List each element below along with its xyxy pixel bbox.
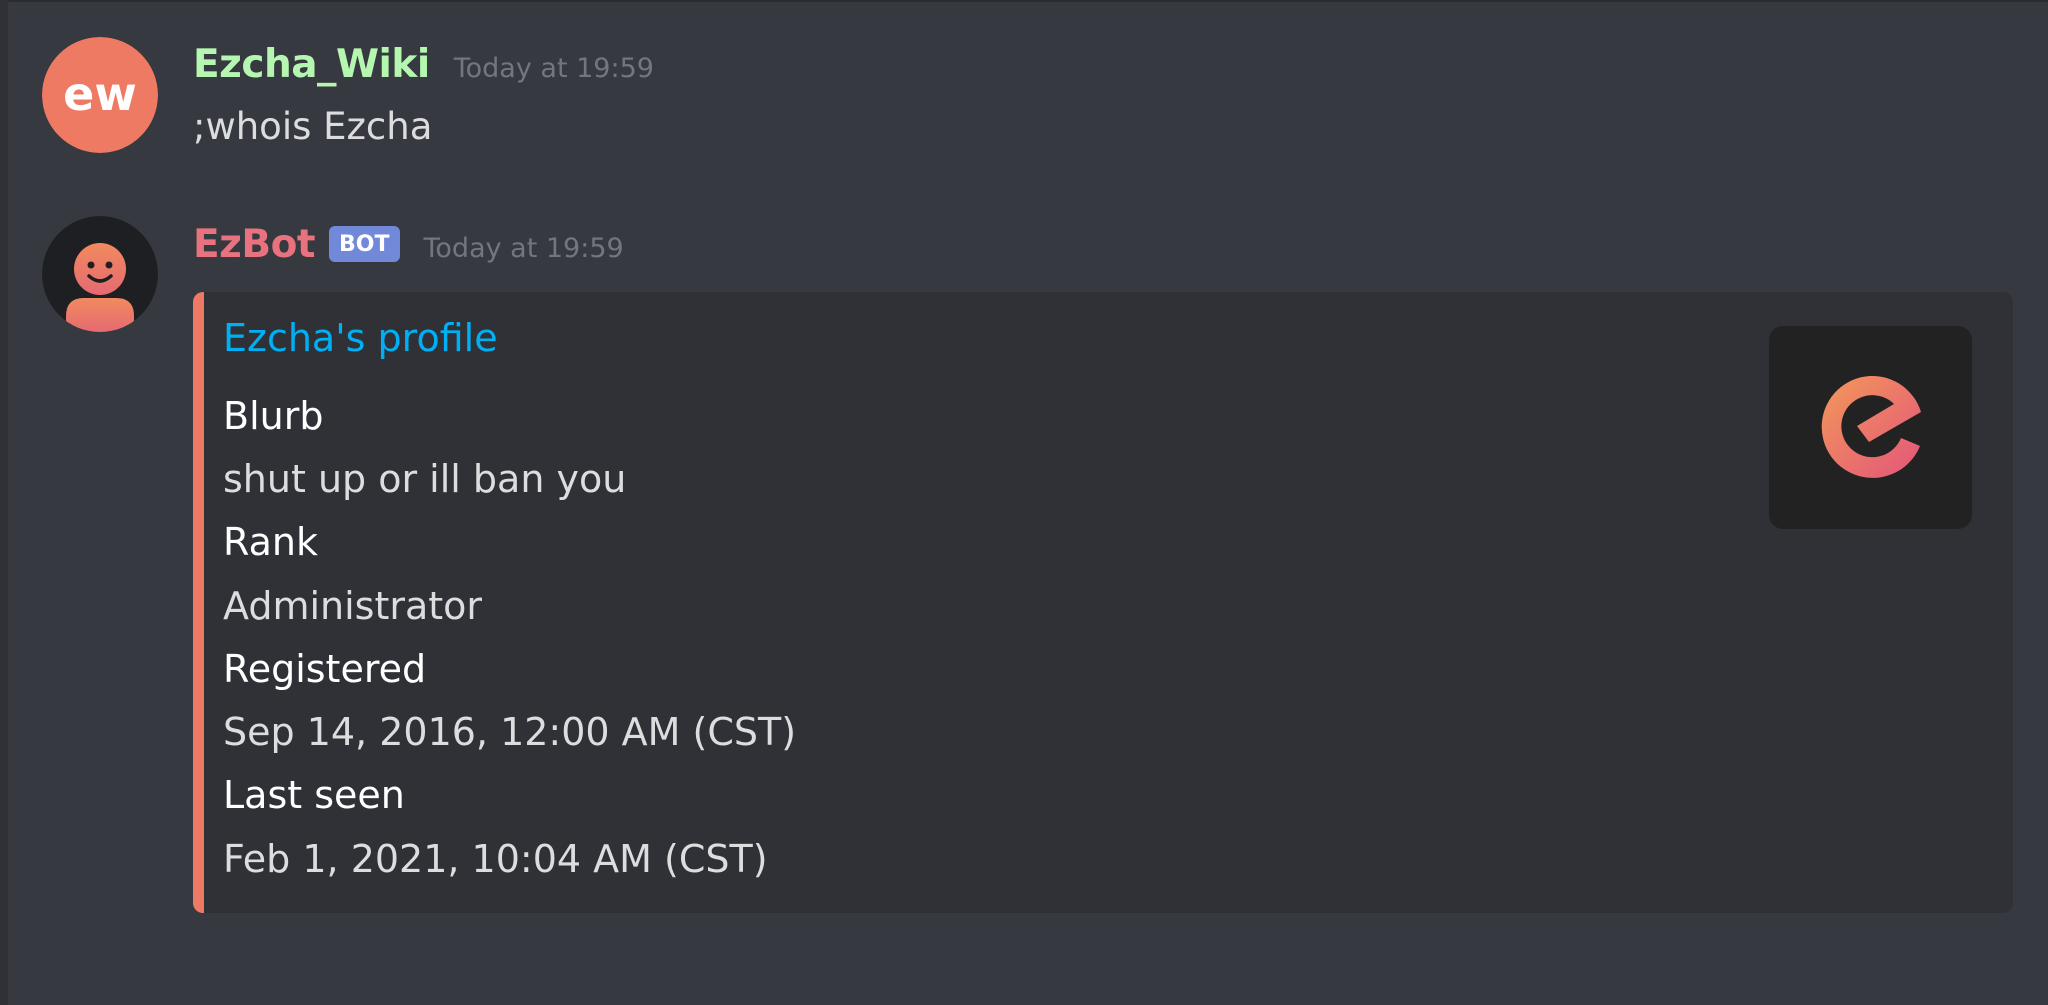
field-value-registered: Sep 14, 2016, 12:00 AM (CST)	[223, 710, 797, 754]
message-header: Ezcha_Wiki Today at 19:59	[193, 42, 654, 87]
embed-title[interactable]: Ezcha's profile	[223, 316, 498, 360]
avatar-text: ew	[63, 67, 137, 121]
field-value-last-seen: Feb 1, 2021, 10:04 AM (CST)	[223, 837, 768, 881]
ezcha-logo-icon[interactable]	[1769, 326, 1972, 529]
field-value-blurb: shut up or ill ban you	[223, 457, 627, 501]
embed-accent-bar	[193, 292, 204, 913]
message-content: ;whois Ezcha	[193, 105, 433, 148]
timestamp[interactable]: Today at 19:59	[424, 233, 624, 264]
top-border	[0, 0, 2048, 2]
chat-window: ew Ezcha_Wiki Today at 19:59 ;whois Ezch…	[0, 0, 2048, 1005]
bot-tag: BOT	[329, 226, 400, 262]
message-header: EzBot BOT Today at 19:59	[193, 222, 624, 268]
profile-embed: Ezcha's profile Blurb shut up or ill ban…	[193, 292, 2013, 913]
field-name-blurb: Blurb	[223, 394, 324, 438]
username[interactable]: EzBot	[193, 222, 316, 267]
ezcha-wiki-logo-icon[interactable]: ew	[42, 37, 158, 153]
timestamp[interactable]: Today at 19:59	[454, 53, 654, 84]
field-name-last-seen: Last seen	[223, 773, 405, 817]
field-value-rank: Administrator	[223, 584, 483, 628]
username[interactable]: Ezcha_Wiki	[193, 42, 430, 87]
field-name-rank: Rank	[223, 520, 318, 564]
field-name-registered: Registered	[223, 647, 427, 691]
left-border	[0, 0, 8, 1005]
ezbot-smiley-icon[interactable]	[42, 216, 158, 332]
